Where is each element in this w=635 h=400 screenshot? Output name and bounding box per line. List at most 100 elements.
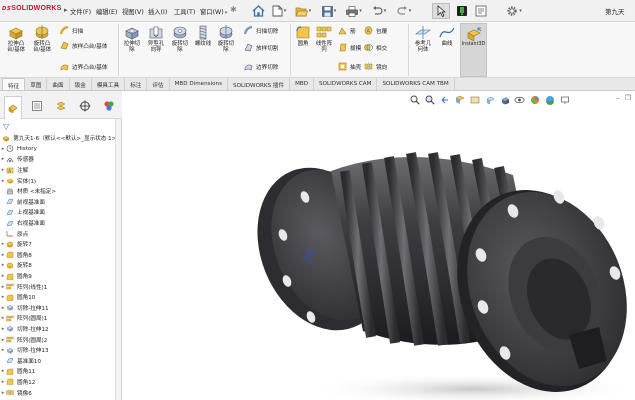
view-settings-icon[interactable] — [559, 94, 570, 105]
tree-item-pattern[interactable]: ▸ 阵列(线性)1 — [0, 281, 122, 292]
display-manager-tab[interactable] — [100, 97, 118, 115]
revolved-cut-2-button[interactable]: 旋转切 除 — [214, 25, 238, 53]
configuration-manager-tab[interactable] — [52, 97, 70, 115]
tab-solidworks-addins[interactable]: SOLIDWORKS 插件 — [228, 78, 291, 90]
revolved-cut-button[interactable]: 旋转切 除 — [168, 25, 192, 53]
intersect-button[interactable]: 相交 — [364, 43, 387, 52]
menu-pin-icon[interactable]: ▸ — [64, 6, 68, 14]
feature-manager-tab[interactable] — [4, 96, 22, 119]
home-icon[interactable] — [249, 3, 267, 19]
wrap-button[interactable]: A 包覆 — [364, 26, 387, 35]
filter-icon[interactable]: ▽ — [3, 122, 9, 131]
tree-item-mirror[interactable]: ▸ 镜像6 — [0, 387, 122, 398]
linear-pattern-button[interactable]: 线性阵 列 — [313, 25, 335, 53]
tab-markup[interactable]: 标注 — [125, 78, 148, 90]
property-manager-tab[interactable] — [28, 97, 46, 115]
tree-item-cut[interactable]: ▸ 切除-拉伸12 — [0, 324, 122, 335]
options-gear-icon[interactable]: ▾ — [505, 3, 523, 19]
section-view-icon[interactable] — [454, 94, 465, 105]
tree-item-cut[interactable]: ▸ 切除-拉伸13 — [0, 345, 122, 356]
mirror-button[interactable]: 镜向 — [364, 62, 387, 71]
tree-item-plane[interactable]: 右视基准面 — [0, 218, 122, 229]
tab-mbd-dimensions[interactable]: MBD Dimensions — [170, 78, 229, 90]
tree-item-fillet[interactable]: ▸ 圆角12 — [0, 377, 122, 388]
tree-item-annotation[interactable]: ▸ A 注解 — [0, 165, 122, 176]
graphics-viewport[interactable]: – ❐ — [123, 91, 635, 400]
sweep-button[interactable]: 扫描 — [60, 26, 83, 35]
tab-mbd[interactable]: MBD — [290, 78, 315, 90]
lofted-cut-button[interactable]: 放样切割 — [244, 43, 278, 52]
tree-item-revolve[interactable]: ▸ 旋转8 — [0, 260, 122, 271]
extruded-boss-button[interactable]: 拉伸凸 台/基体 — [3, 25, 29, 53]
tree-item-plane[interactable]: 上视基准面 — [0, 207, 122, 218]
menu-pin-icon[interactable]: ✱ — [230, 5, 237, 14]
rib-button[interactable]: 筋 — [338, 26, 356, 35]
tree-item-sensor[interactable]: ▸ 传感器 — [0, 154, 122, 165]
apply-scene-icon[interactable] — [544, 94, 555, 105]
tab-mold-tools[interactable]: 模具工具 — [92, 78, 126, 90]
thread-button[interactable]: 螺纹线 — [192, 25, 214, 47]
tab-features[interactable]: 特征 — [2, 78, 26, 90]
menu-file[interactable]: 文件(F) — [70, 7, 91, 16]
boundary-cut-button[interactable]: 边界切除 — [244, 62, 278, 71]
display-style-icon[interactable] — [499, 94, 510, 105]
tab-solidworks-cam[interactable]: SOLIDWORKS CAM — [314, 78, 378, 90]
tree-item-revolve[interactable]: ▸ 旋转7 — [0, 239, 122, 250]
hide-show-items-icon[interactable] — [514, 94, 525, 105]
tree-item-material[interactable]: 材质 <未指定> — [0, 186, 122, 197]
loft-boss-button[interactable]: 放样凸台/基体 — [60, 41, 107, 50]
previous-view-icon[interactable] — [439, 94, 450, 105]
open-folder-icon[interactable]: ▾ — [294, 3, 312, 19]
extruded-cut-button[interactable]: 拉伸切 除 — [120, 25, 144, 53]
tree-item-origin[interactable]: 原点 — [0, 228, 122, 239]
draft-button[interactable]: 拔模 — [338, 43, 361, 52]
tree-item-cut[interactable]: ▸ 切除-拉伸11 — [0, 303, 122, 314]
dimxpert-manager-tab[interactable] — [76, 97, 94, 115]
zoom-to-fit-icon[interactable] — [409, 94, 420, 105]
minimize-icon[interactable]: – — [616, 94, 620, 102]
view-orientation-icon[interactable] — [484, 94, 495, 105]
restore-icon[interactable]: ❐ — [625, 94, 631, 102]
curves-button[interactable]: 曲线 — [436, 25, 458, 47]
tree-item-history[interactable]: ▸ History — [0, 144, 122, 155]
save-icon[interactable]: ▾ — [320, 3, 338, 19]
menu-edit[interactable]: 编辑(E) — [96, 7, 118, 16]
file-properties-icon[interactable] — [472, 3, 490, 19]
shell-button[interactable]: 抽壳 — [338, 62, 361, 71]
dynamic-annotation-icon[interactable] — [469, 94, 480, 105]
tree-item-plane[interactable]: 前视基准面 — [0, 197, 122, 208]
tree-item-fillet[interactable]: ▸ 圆角8 — [0, 250, 122, 261]
tree-item-fillet[interactable]: ▸ 圆角11 — [0, 366, 122, 377]
tree-item-solid[interactable]: ▸ 实体(1) — [0, 175, 122, 186]
tab-solidworks-cam-tbm[interactable]: SOLIDWORKS CAM TBM — [377, 78, 455, 90]
new-file-icon[interactable]: ▾ — [270, 3, 288, 19]
tab-evaluate[interactable]: 评估 — [147, 78, 170, 90]
tree-item-pattern[interactable]: ▸ 阵列(圆周)1 — [0, 313, 122, 324]
select-arrow-icon[interactable] — [432, 3, 450, 19]
redo-icon[interactable]: ▾ — [395, 3, 413, 19]
tree-item-fillet[interactable]: ▸ 圆角10 — [0, 292, 122, 303]
tab-surfaces[interactable]: 曲面 — [47, 78, 70, 90]
undo-icon[interactable]: ▾ — [370, 3, 388, 19]
hole-wizard-button[interactable]: 异型孔 向导 — [144, 25, 168, 53]
revolved-boss-button[interactable]: 旋转凸 台/基体 — [29, 25, 55, 53]
tree-item-pattern[interactable]: ▸ 阵列(圆周)2 — [0, 334, 122, 345]
3d-model-bellows-coupling[interactable] — [243, 131, 635, 400]
menu-view[interactable]: 视图(V) — [122, 7, 144, 16]
print-icon[interactable]: ▾ — [345, 3, 363, 19]
tree-item-fillet[interactable]: ▸ 圆角9 — [0, 271, 122, 282]
fillet-button[interactable]: 圆角 — [292, 25, 314, 47]
tab-sketch[interactable]: 草图 — [25, 78, 48, 90]
rebuild-icon[interactable] — [453, 3, 471, 19]
instant3d-button[interactable]: Instant3D — [460, 23, 487, 77]
menu-insert[interactable]: 插入(I) — [148, 7, 167, 16]
panel-scrollbar[interactable] — [115, 119, 121, 400]
tree-item-plane[interactable]: 基准面10 — [0, 355, 122, 366]
zoom-area-icon[interactable] — [424, 94, 435, 105]
tab-sheet-metal[interactable]: 钣金 — [70, 78, 92, 90]
menu-tools[interactable]: 工具(T) — [174, 7, 195, 16]
menu-window[interactable]: 窗口(W)▾ — [200, 7, 227, 16]
boundary-boss-button[interactable]: 边界凸台/基体 — [60, 62, 107, 71]
reference-geometry-button[interactable]: 参考几 何体 — [411, 25, 435, 53]
solidworks-logo[interactable]: ᴅꜱSOLIDWORKS — [2, 4, 62, 12]
